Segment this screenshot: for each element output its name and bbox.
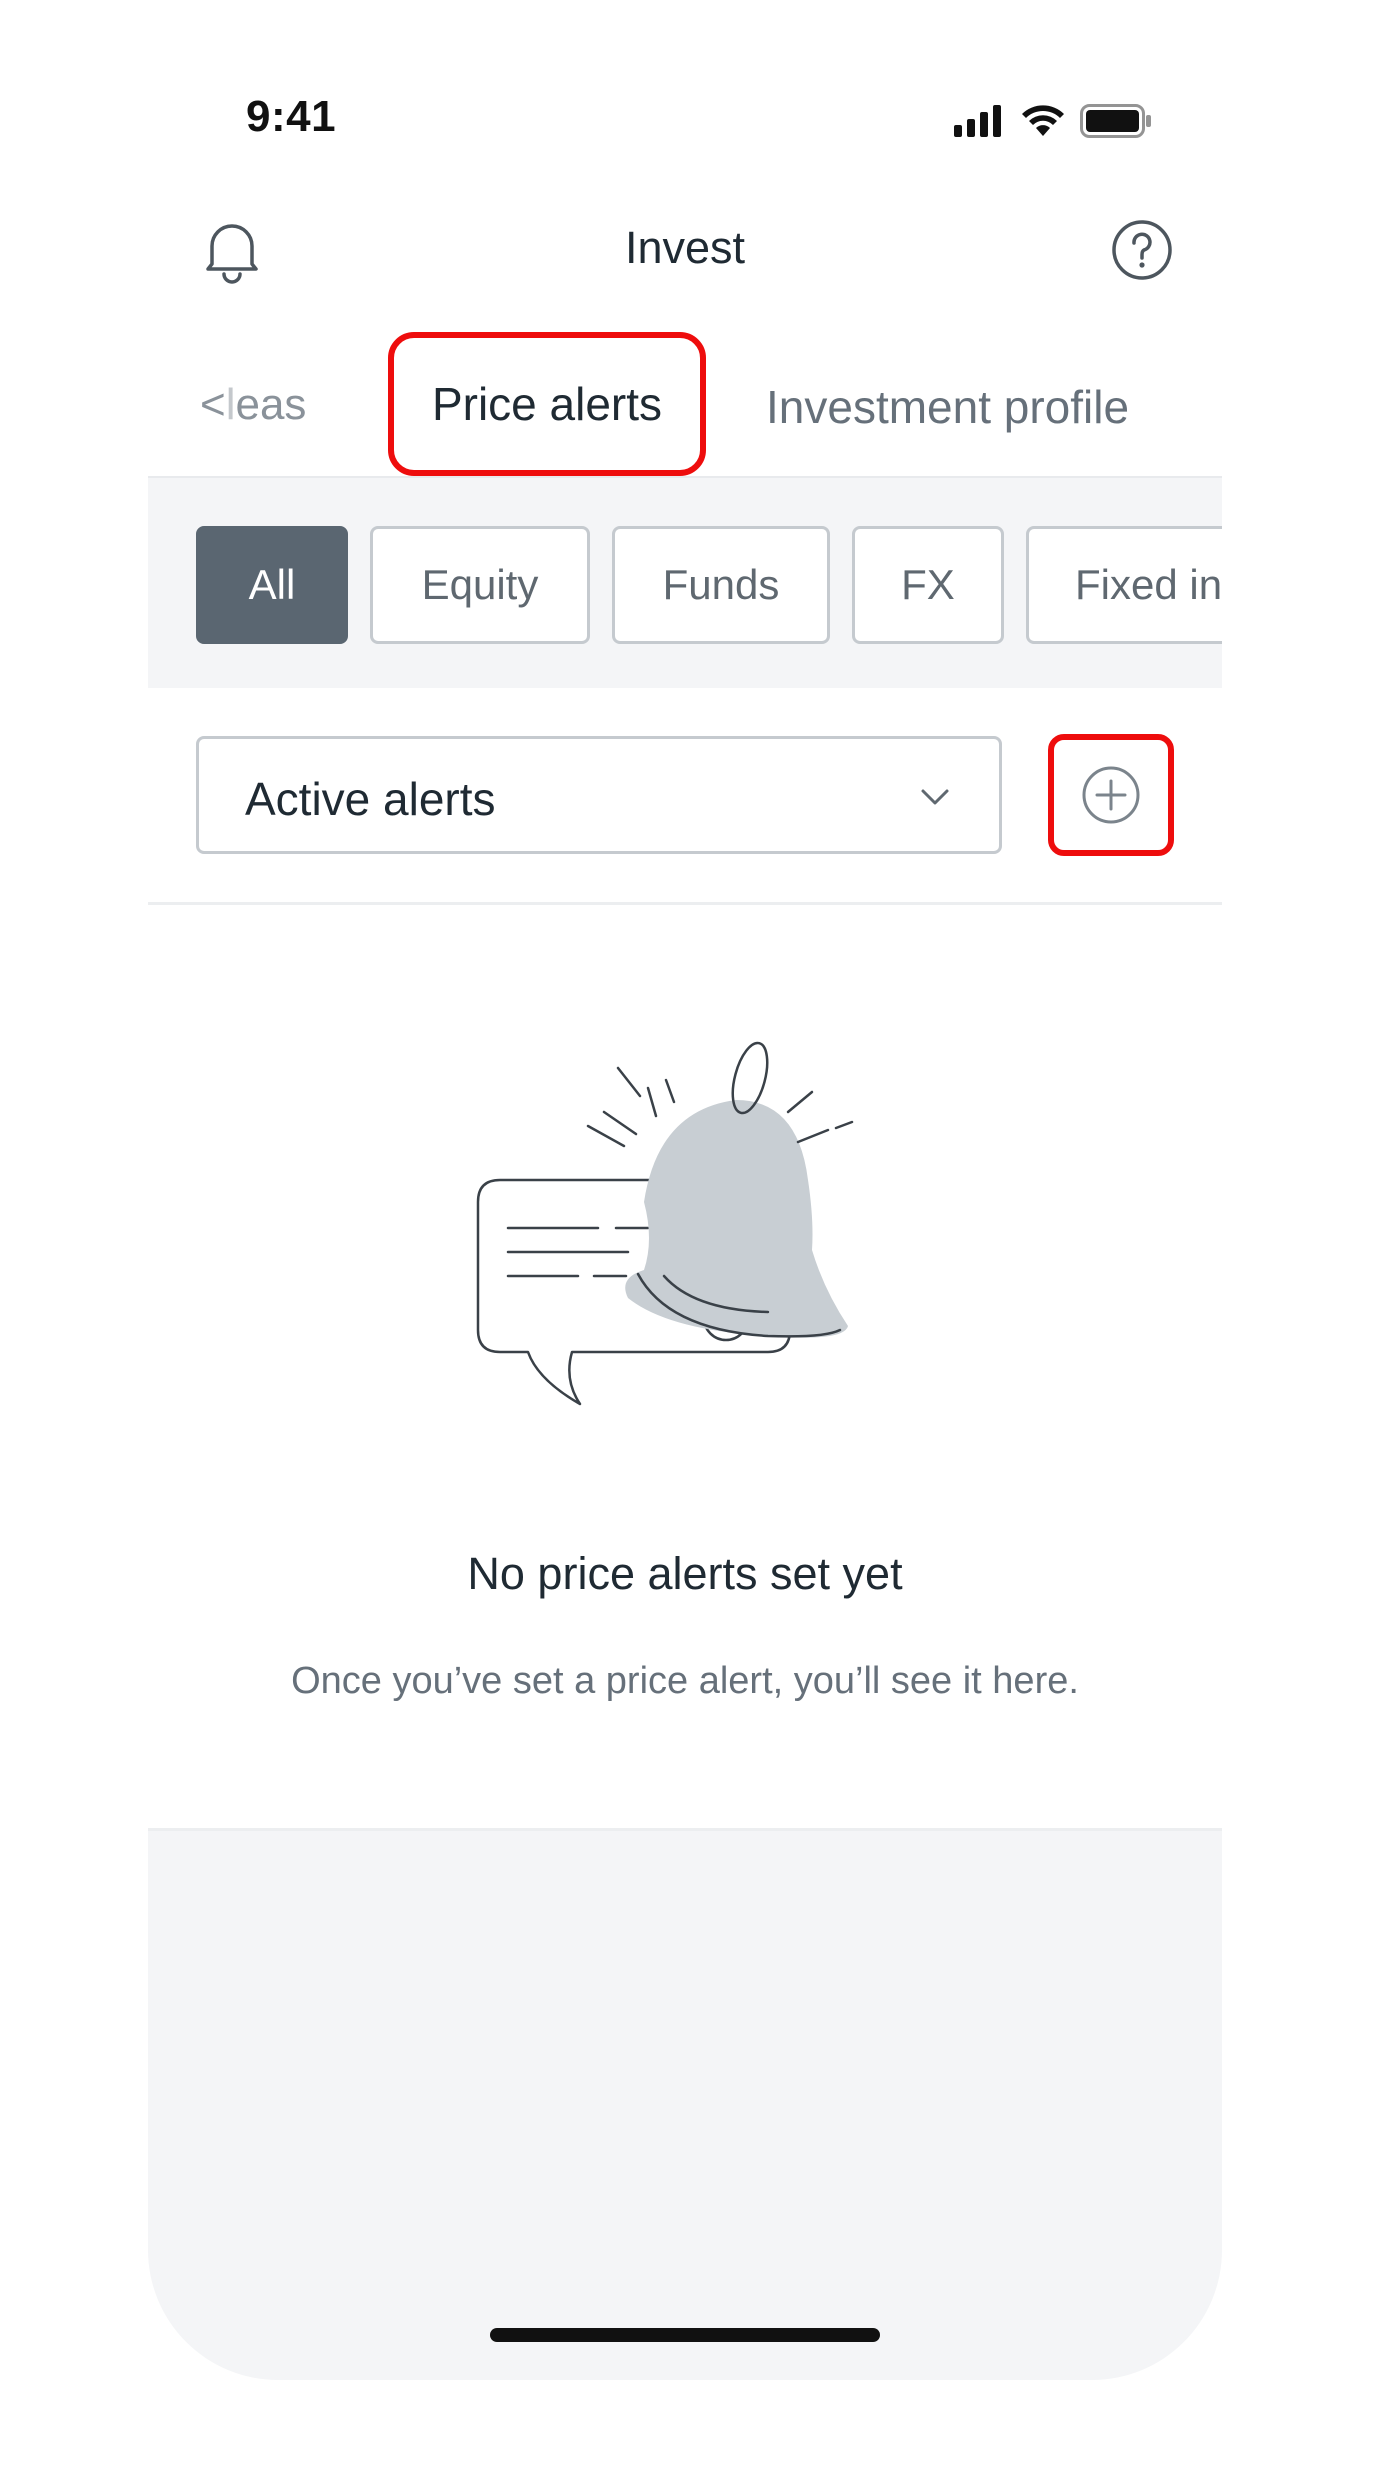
filter-chip-all[interactable]: All xyxy=(196,526,348,644)
phone-screen: 9:41 Invest <leas Price alerts Investmen… xyxy=(148,0,1222,2380)
bell-chat-illustration xyxy=(476,1041,854,1406)
bottom-background xyxy=(148,1828,1222,2380)
select-value: Active alerts xyxy=(245,773,496,825)
section-divider xyxy=(148,902,1222,905)
empty-state-subtitle: Once you’ve set a price alert, you’ll se… xyxy=(291,1660,1079,1702)
battery-icon xyxy=(1080,104,1151,138)
tab-bar: <leas Price alerts Investment profile xyxy=(148,320,1222,476)
empty-state-title: No price alerts set yet xyxy=(467,1548,903,1599)
filter-chip-fx[interactable]: FX xyxy=(852,526,1004,644)
add-price-alert-button[interactable] xyxy=(1048,734,1174,856)
asset-filter-bar: All Equity Funds FX Fixed in xyxy=(148,476,1222,688)
status-icons xyxy=(954,102,1152,140)
help-button[interactable] xyxy=(1110,218,1174,282)
chevron-left-icon: < xyxy=(200,380,226,429)
tab-investment-profile[interactable]: Investment profile xyxy=(766,380,1129,434)
filter-chip-fixed-income[interactable]: Fixed in xyxy=(1026,526,1222,644)
wifi-icon xyxy=(1022,105,1064,136)
status-time: 9:41 xyxy=(246,92,337,141)
home-indicator[interactable] xyxy=(490,2328,880,2342)
alerts-status-select[interactable]: Active alerts xyxy=(196,736,1002,854)
cellular-signal-icon xyxy=(954,105,1001,137)
chevron-down-icon xyxy=(921,789,949,805)
tab-price-alerts[interactable]: Price alerts xyxy=(388,332,706,476)
question-circle-icon xyxy=(1112,220,1172,280)
filter-chip-funds[interactable]: Funds xyxy=(612,526,830,644)
filter-chip-equity[interactable]: Equity xyxy=(370,526,590,644)
tab-ideas[interactable]: <leas xyxy=(200,380,306,430)
plus-circle-icon xyxy=(1082,766,1140,824)
page-title: Invest xyxy=(624,222,746,273)
